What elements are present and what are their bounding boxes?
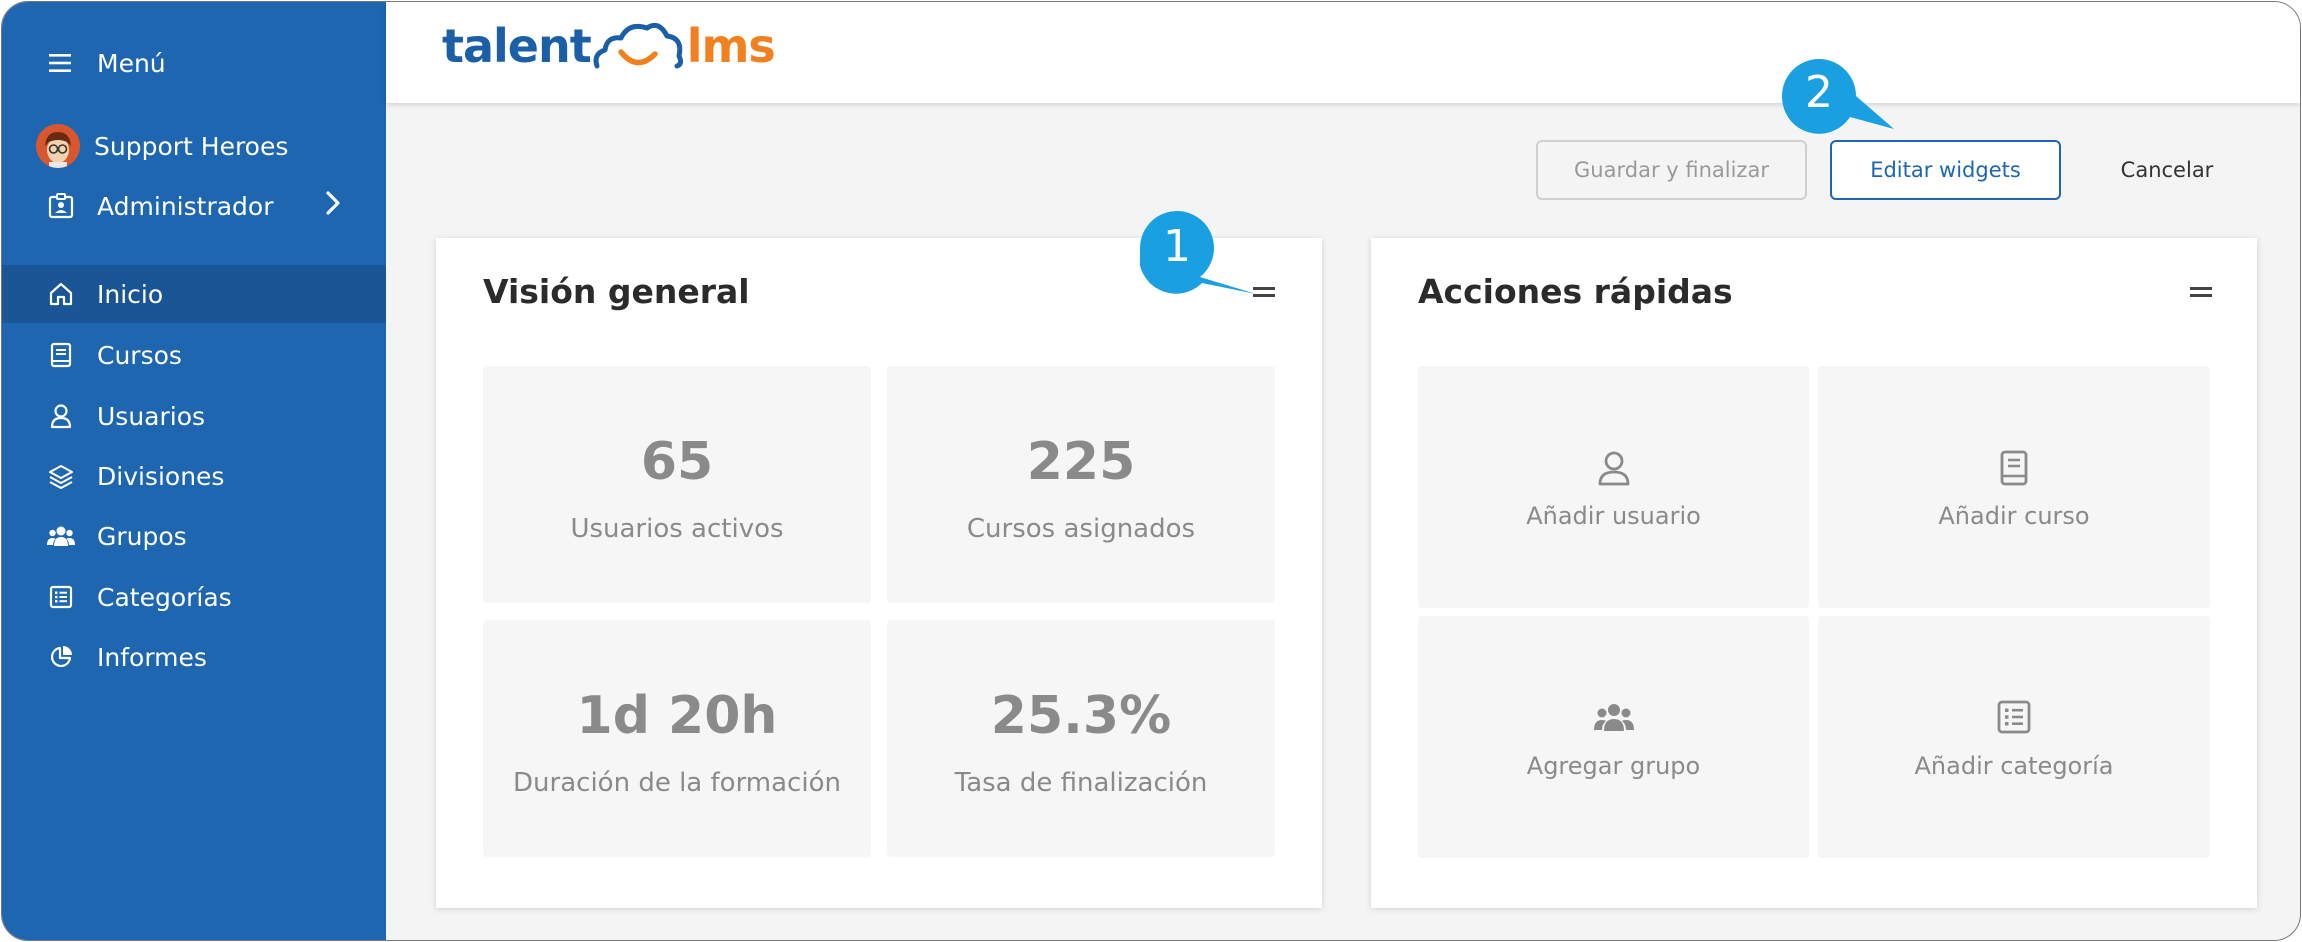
role-label: Administrador [97,191,274,221]
layers-icon [46,461,76,491]
sidebar-item-informes[interactable]: Informes [2,628,386,686]
stat-label: Tasa de finalización [954,768,1208,798]
chevron-right-icon [324,190,342,222]
sidebar-item-label: Informes [97,642,207,672]
quick-action-label: Añadir curso [1938,502,2090,530]
top-bar: talent lms [386,2,2300,103]
sidebar-item-grupos[interactable]: Grupos [2,507,386,565]
hamburger-icon [46,48,76,78]
list-icon [46,582,76,612]
stat-tile-training-duration: 1d 20h Duración de la formación [483,620,871,857]
app-window: Menú Support Heroes Administrador Inicio… [1,1,2301,941]
quick-action-label: Añadir categoría [1914,752,2114,780]
overview-title: Visión general [483,272,750,311]
cancel-button[interactable]: Cancelar [2102,140,2232,200]
id-badge-icon [46,191,76,221]
sidebar-item-inicio[interactable]: Inicio [2,265,386,323]
quick-actions-title: Acciones rápidas [1418,272,1733,311]
sidebar-item-label: Usuarios [97,401,206,431]
stat-tile-active-users: 65 Usuarios activos [483,366,871,603]
sidebar-item-divisiones[interactable]: Divisiones [2,447,386,505]
callout-marker-2: 2 [1781,59,1912,139]
sidebar-item-label: Inicio [97,279,164,309]
menu-label: Menú [97,48,166,78]
user-profile[interactable]: Support Heroes [2,117,386,175]
sidebar-item-label: Grupos [97,521,187,551]
logo-text-talent: talent [442,19,592,73]
quick-actions-widget: Acciones rápidas Añadir usuario Añadir c… [1371,238,2257,908]
user-icon [1418,450,1809,490]
stat-tile-assigned-courses: 225 Cursos asignados [887,366,1275,603]
sidebar-item-usuarios[interactable]: Usuarios [2,387,386,445]
callout-number: 2 [1805,67,1833,118]
callout-number: 1 [1163,221,1191,272]
sidebar-item-label: Divisiones [97,461,225,491]
pie-chart-icon [46,642,76,672]
overview-widget: Visión general 65 Usuarios activos 225 C… [436,238,1322,908]
logo-text-lms: lms [686,19,776,73]
stat-value: 25.3% [990,686,1172,746]
book-icon [1818,450,2210,490]
sidebar-item-label: Cursos [97,340,182,370]
talentlms-logo[interactable]: talent lms [442,16,776,76]
quick-action-label: Agregar grupo [1526,752,1701,780]
quick-action-add-course[interactable]: Añadir curso [1818,366,2210,608]
sidebar-item-label: Categorías [97,582,232,612]
book-icon [46,340,76,370]
cloud-smile-icon [593,22,683,69]
quick-action-add-category[interactable]: Añadir categoría [1818,616,2210,858]
stat-tile-completion-rate: 25.3% Tasa de finalización [887,620,1275,857]
stat-value: 1d 20h [576,686,778,746]
group-icon [46,521,76,551]
stat-label: Cursos asignados [966,514,1196,544]
callout-marker-1: 1 [1138,211,1270,301]
avatar [36,124,80,168]
menu-toggle[interactable]: Menú [2,34,386,92]
user-icon [46,401,76,431]
quick-action-add-group[interactable]: Agregar grupo [1418,616,1809,858]
quick-action-label: Añadir usuario [1526,502,1701,530]
save-and-finish-button[interactable]: Guardar y finalizar [1536,140,1807,200]
stat-label: Usuarios activos [570,514,784,544]
home-icon [46,279,76,309]
edit-widgets-button[interactable]: Editar widgets [1830,140,2061,200]
drag-handle-icon[interactable] [2190,287,2212,299]
list-icon [1818,700,2210,740]
group-icon [1418,700,1809,740]
role-switcher[interactable]: Administrador [2,177,386,235]
stat-value: 225 [1026,432,1136,492]
stat-label: Duración de la formación [513,768,841,798]
user-name: Support Heroes [94,131,289,161]
stat-value: 65 [640,432,714,492]
sidebar: Menú Support Heroes Administrador Inicio… [2,2,386,940]
sidebar-item-cursos[interactable]: Cursos [2,326,386,384]
quick-action-add-user[interactable]: Añadir usuario [1418,366,1809,608]
sidebar-item-categorias[interactable]: Categorías [2,568,386,626]
